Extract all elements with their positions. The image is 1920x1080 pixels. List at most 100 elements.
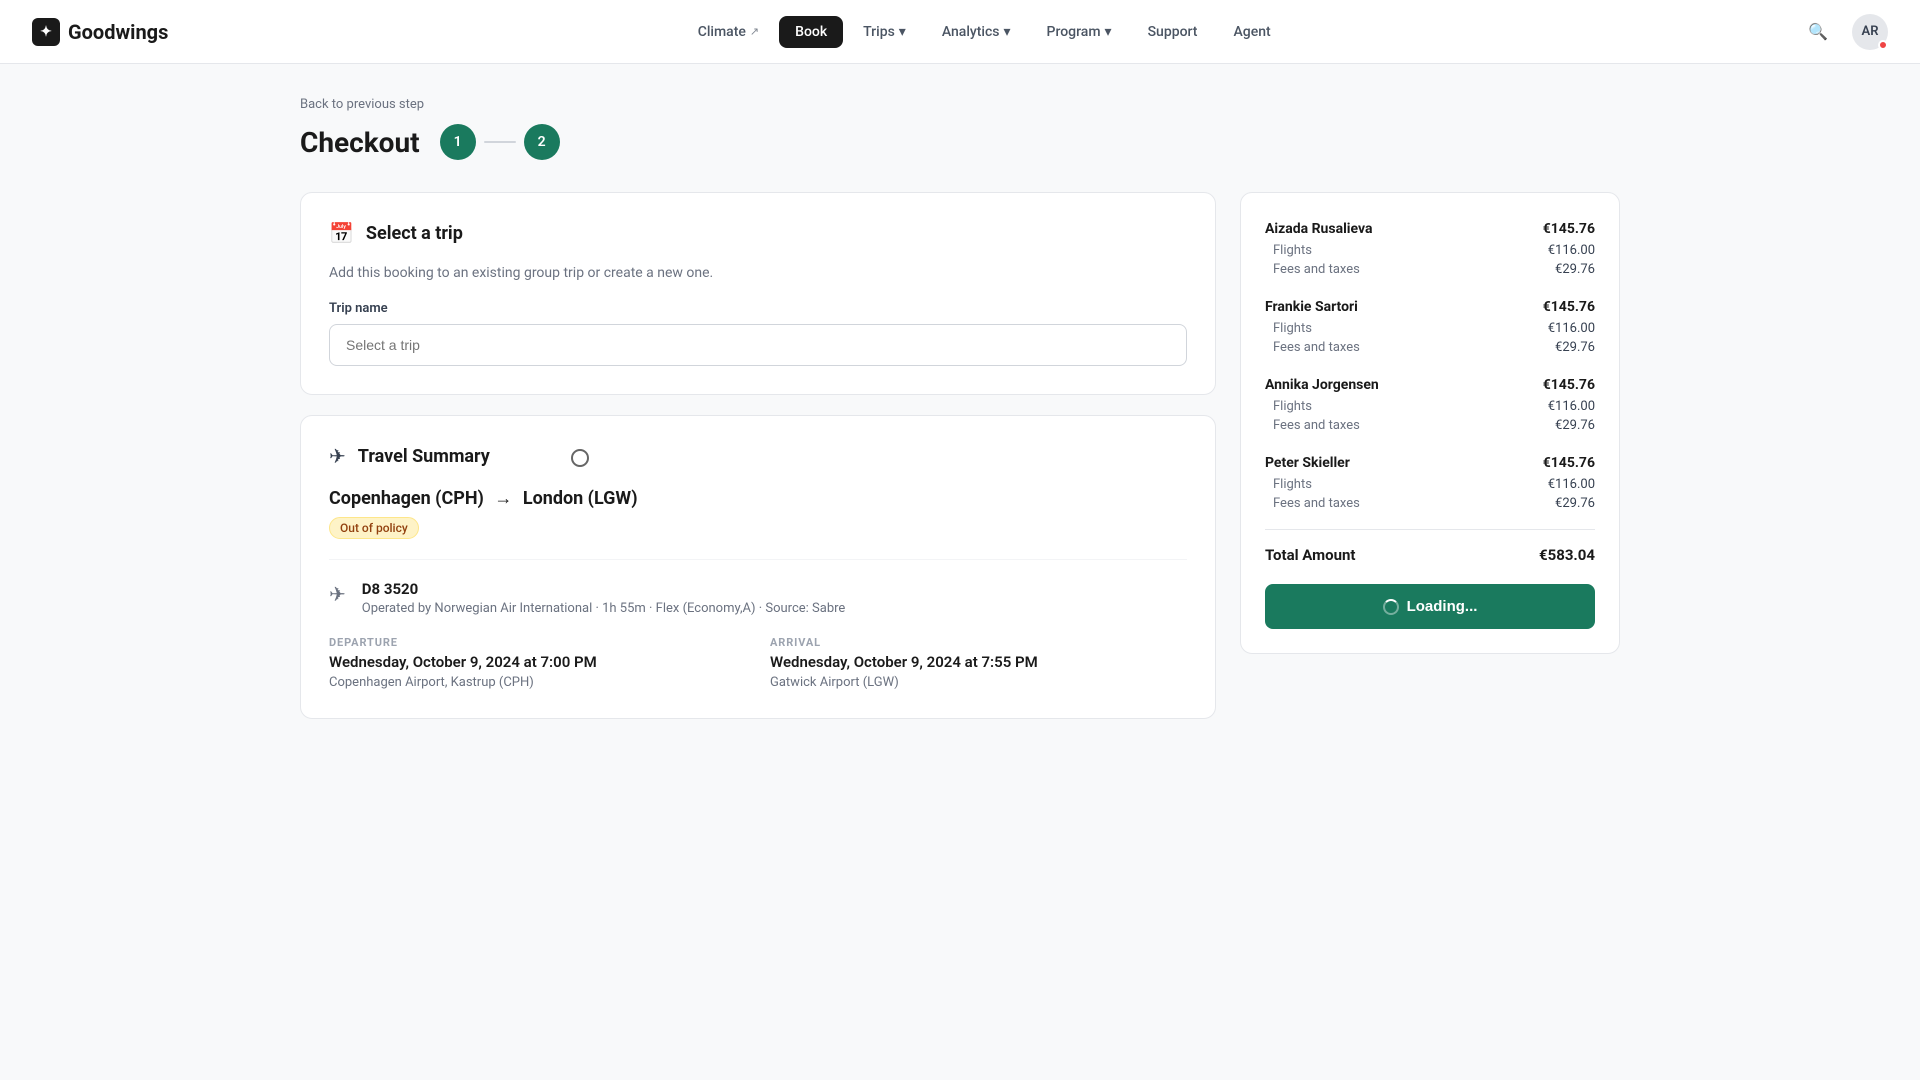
cost-label-taxes: Fees and taxes bbox=[1273, 418, 1360, 433]
chevron-down-icon: ▾ bbox=[1003, 24, 1010, 40]
nav-program[interactable]: Program ▾ bbox=[1031, 16, 1128, 48]
cost-value-taxes: €29.76 bbox=[1555, 262, 1595, 277]
avatar[interactable]: AR bbox=[1852, 14, 1888, 50]
departure-info: DEPARTURE Wednesday, October 9, 2024 at … bbox=[329, 636, 746, 690]
cost-row-flights: Flights €116.00 bbox=[1265, 241, 1595, 260]
cost-row-flights: Flights €116.00 bbox=[1265, 475, 1595, 494]
logo-text: Goodwings bbox=[68, 20, 168, 44]
nav-book[interactable]: Book bbox=[779, 16, 843, 48]
cost-label-flights: Flights bbox=[1273, 321, 1312, 336]
passengers-list: Aizada Rusalieva €145.76 Flights €116.00… bbox=[1265, 217, 1595, 513]
content-grid: 📅 Select a trip Add this booking to an e… bbox=[300, 192, 1620, 739]
cost-row-flights: Flights €116.00 bbox=[1265, 397, 1595, 416]
passenger-name: Peter Skieller bbox=[1265, 455, 1350, 471]
search-icon: 🔍 bbox=[1808, 22, 1828, 42]
arrival-label: ARRIVAL bbox=[770, 636, 1187, 649]
checkout-button[interactable]: Loading... bbox=[1265, 584, 1595, 629]
nav-analytics[interactable]: Analytics ▾ bbox=[926, 16, 1027, 48]
logo-icon: ✦ bbox=[32, 18, 60, 46]
passenger-group-1: Frankie Sartori €145.76 Flights €116.00 … bbox=[1265, 295, 1595, 357]
out-of-policy-badge: Out of policy bbox=[329, 517, 419, 539]
travel-summary-header: ✈ Travel Summary bbox=[329, 444, 1187, 468]
arrival-airport: Gatwick Airport (LGW) bbox=[770, 675, 1187, 690]
nav-support[interactable]: Support bbox=[1132, 16, 1214, 48]
passenger-row: Annika Jorgensen €145.76 bbox=[1265, 373, 1595, 397]
passenger-total: €145.76 bbox=[1543, 455, 1595, 471]
left-column: 📅 Select a trip Add this booking to an e… bbox=[300, 192, 1216, 739]
sidebar-divider bbox=[1265, 529, 1595, 530]
search-button[interactable]: 🔍 bbox=[1800, 14, 1836, 50]
external-link-icon: ↗ bbox=[750, 25, 759, 38]
checkout-button-label: Loading... bbox=[1407, 598, 1478, 615]
navbar: ✦ Goodwings Climate ↗ Book Trips ▾ Analy… bbox=[0, 0, 1920, 64]
trip-name-label: Trip name bbox=[329, 301, 1187, 316]
step-connector bbox=[484, 141, 516, 143]
logo[interactable]: ✦ Goodwings bbox=[32, 18, 168, 46]
cost-row-taxes: Fees and taxes €29.76 bbox=[1265, 416, 1595, 435]
passenger-row: Frankie Sartori €145.76 bbox=[1265, 295, 1595, 319]
passenger-group-2: Annika Jorgensen €145.76 Flights €116.00… bbox=[1265, 373, 1595, 435]
flight-details: D8 3520 Operated by Norwegian Air Intern… bbox=[362, 580, 846, 616]
cost-label-flights: Flights bbox=[1273, 399, 1312, 414]
arrival-time: Wednesday, October 9, 2024 at 7:55 PM bbox=[770, 653, 1187, 671]
cost-label-taxes: Fees and taxes bbox=[1273, 262, 1360, 277]
cost-row-taxes: Fees and taxes €29.76 bbox=[1265, 260, 1595, 279]
chevron-down-icon: ▾ bbox=[899, 24, 906, 40]
select-trip-section: 📅 Select a trip Add this booking to an e… bbox=[300, 192, 1216, 395]
arrow-icon: → bbox=[494, 488, 512, 509]
departure-time: Wednesday, October 9, 2024 at 7:00 PM bbox=[329, 653, 746, 671]
cost-value-flights: €116.00 bbox=[1548, 321, 1595, 336]
route-title: Copenhagen (CPH) → London (LGW) bbox=[329, 488, 1187, 509]
page-title: Checkout bbox=[300, 126, 420, 159]
passenger-row: Aizada Rusalieva €145.76 bbox=[1265, 217, 1595, 241]
trip-name-input[interactable] bbox=[329, 324, 1187, 366]
passenger-group-3: Peter Skieller €145.76 Flights €116.00 F… bbox=[1265, 451, 1595, 513]
plane-icon: ✈ bbox=[329, 444, 346, 468]
departure-arrival-grid: DEPARTURE Wednesday, October 9, 2024 at … bbox=[329, 636, 1187, 690]
passenger-total: €145.76 bbox=[1543, 221, 1595, 237]
travel-summary-title: Travel Summary bbox=[358, 446, 490, 467]
cost-value-flights: €116.00 bbox=[1548, 399, 1595, 414]
nav-trips[interactable]: Trips ▾ bbox=[847, 16, 922, 48]
cost-label-flights: Flights bbox=[1273, 477, 1312, 492]
passenger-name: Aizada Rusalieva bbox=[1265, 221, 1372, 237]
cost-row-flights: Flights €116.00 bbox=[1265, 319, 1595, 338]
notification-dot bbox=[1878, 40, 1888, 50]
navbar-right: 🔍 AR bbox=[1800, 14, 1888, 50]
flight-line-icon: ✈ bbox=[329, 582, 346, 606]
page-header: Checkout 1 2 bbox=[300, 124, 1620, 160]
steps-indicator: 1 2 bbox=[440, 124, 560, 160]
passenger-group-0: Aizada Rusalieva €145.76 Flights €116.00… bbox=[1265, 217, 1595, 279]
cost-label-flights: Flights bbox=[1273, 243, 1312, 258]
departure-label: DEPARTURE bbox=[329, 636, 746, 649]
back-link[interactable]: Back to previous step bbox=[300, 97, 424, 112]
cost-value-flights: €116.00 bbox=[1548, 477, 1595, 492]
passenger-total: €145.76 bbox=[1543, 299, 1595, 315]
flight-number: D8 3520 bbox=[362, 580, 846, 598]
step-2: 2 bbox=[524, 124, 560, 160]
select-trip-title: Select a trip bbox=[366, 223, 463, 244]
passenger-name: Frankie Sartori bbox=[1265, 299, 1358, 315]
step-1: 1 bbox=[440, 124, 476, 160]
calendar-icon: 📅 bbox=[329, 221, 354, 245]
cost-label-taxes: Fees and taxes bbox=[1273, 340, 1360, 355]
select-trip-description: Add this booking to an existing group tr… bbox=[329, 265, 1187, 281]
cost-label-taxes: Fees and taxes bbox=[1273, 496, 1360, 511]
flight-meta: Operated by Norwegian Air International … bbox=[362, 601, 846, 616]
main-content: Back to previous step Checkout 1 2 📅 Sel… bbox=[260, 64, 1660, 771]
cost-value-taxes: €29.76 bbox=[1555, 496, 1595, 511]
nav-climate[interactable]: Climate ↗ bbox=[682, 16, 775, 48]
chevron-down-icon: ▾ bbox=[1105, 24, 1112, 40]
main-nav: Climate ↗ Book Trips ▾ Analytics ▾ Progr… bbox=[200, 16, 1768, 48]
passenger-total: €145.76 bbox=[1543, 377, 1595, 393]
travel-summary-section: ✈ Travel Summary Copenhagen (CPH) → Lond… bbox=[300, 415, 1216, 719]
route-header: Copenhagen (CPH) → London (LGW) Out of p… bbox=[329, 488, 1187, 539]
cost-value-flights: €116.00 bbox=[1548, 243, 1595, 258]
total-label: Total Amount bbox=[1265, 546, 1355, 564]
passenger-row: Peter Skieller €145.76 bbox=[1265, 451, 1595, 475]
cost-row-taxes: Fees and taxes €29.76 bbox=[1265, 338, 1595, 357]
nav-agent[interactable]: Agent bbox=[1217, 16, 1286, 48]
sidebar-card: Aizada Rusalieva €145.76 Flights €116.00… bbox=[1240, 192, 1620, 654]
flight-row: ✈ D8 3520 Operated by Norwegian Air Inte… bbox=[329, 559, 1187, 616]
cost-value-taxes: €29.76 bbox=[1555, 340, 1595, 355]
